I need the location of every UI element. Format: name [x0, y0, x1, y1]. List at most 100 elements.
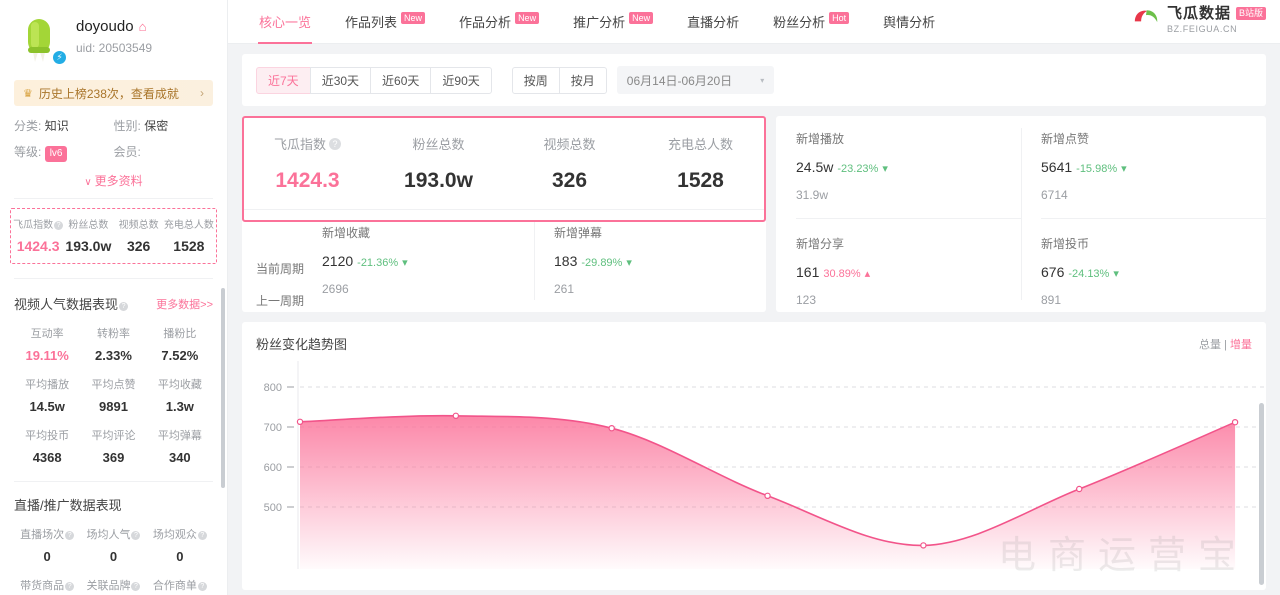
main-kpi-item-feigua-index[interactable]: 飞瓜指数? 1424.3	[242, 134, 373, 193]
trend-value: 161	[796, 264, 819, 280]
sidebar-kpi-item[interactable]: 粉丝总数 193.0w	[63, 216, 113, 254]
main-kpi-grid: 飞瓜指数? 1424.3 粉丝总数 193.0w 视频总数 326	[242, 134, 766, 193]
info-icon[interactable]: ?	[131, 582, 140, 591]
stat-cell: 合作商单?0	[147, 577, 213, 595]
range-button-7d[interactable]: 近7天	[256, 67, 311, 94]
info-icon[interactable]: ?	[131, 531, 140, 540]
sidebar-scrollbar[interactable]	[221, 288, 225, 488]
grouping-button-week[interactable]: 按周	[512, 67, 560, 94]
tab-works-analysis[interactable]: 作品分析New	[442, 0, 556, 44]
range-button-group: 近7天 近30天 近60天 近90天	[256, 67, 492, 94]
fans-trend-chart-svg[interactable]: 500600700800	[242, 357, 1266, 587]
date-range-value: 06月14日-06月20日	[627, 72, 732, 89]
trend-previous: 6714	[1041, 188, 1266, 202]
chart-toggle-total[interactable]: 总量	[1199, 339, 1221, 351]
info-value-gender: 保密	[144, 119, 168, 133]
info-icon[interactable]: ?	[198, 582, 207, 591]
crown-icon: ♛	[23, 87, 33, 100]
info-icon[interactable]: ?	[198, 531, 207, 540]
stat-label: 平均投币	[14, 427, 80, 443]
tab-badge: New	[515, 12, 539, 24]
stat-label: 平均评论	[80, 427, 146, 443]
sidebar-divider-3	[14, 481, 213, 482]
brand-logo-area[interactable]: 飞瓜数据 B站版 BZ.FEIGUA.CN	[1132, 5, 1266, 35]
top-navigation: 核心一览 作品列表New 作品分析New 推广分析New 直播分析 粉丝分析 Ho…	[228, 0, 1280, 44]
verified-badge-icon: ⚡	[51, 49, 68, 66]
info-key-member: 会员:	[114, 145, 141, 159]
trend-value: 5641	[1041, 159, 1072, 175]
left-trend-row: 当前周期 上一周期 新增收藏 2120-21.36%▾ 2696 新增弹幕	[242, 209, 766, 312]
tab-works-list[interactable]: 作品列表New	[328, 0, 442, 44]
live-section-title: 直播/推广数据表现	[14, 495, 213, 514]
more-profile-toggle[interactable]: ∨更多资料	[0, 172, 227, 189]
range-button-30d[interactable]: 近30天	[310, 67, 371, 94]
tab-live-analysis[interactable]: 直播分析	[670, 0, 756, 44]
feigua-logo-icon	[1132, 6, 1160, 34]
stat-cell: 平均点赞9891	[80, 376, 146, 414]
video-performance-section: 视频人气数据表现? 更多数据>> 互动率19.11% 转粉率2.33% 播粉比7…	[14, 294, 213, 465]
trend-arrow-icon: ▾	[882, 163, 888, 175]
stat-label: 合作商单	[153, 580, 197, 592]
svg-text:500: 500	[264, 502, 282, 514]
sidebar-kpi-item[interactable]: 飞瓜指数? 1424.3	[13, 216, 63, 254]
date-range-picker[interactable]: 06月14日-06月20日 ▾	[617, 66, 774, 94]
tab-core-overview[interactable]: 核心一览	[242, 0, 328, 44]
trend-value: 183	[554, 253, 577, 269]
range-button-60d[interactable]: 近60天	[370, 67, 431, 94]
brand-url: BZ.FEIGUA.CN	[1167, 24, 1266, 34]
main-kpi-item-total-fans[interactable]: 粉丝总数 193.0w	[373, 134, 504, 193]
svg-text:700: 700	[264, 422, 282, 434]
stat-label: 关联品牌	[86, 580, 130, 592]
sidebar-kpi-item[interactable]: 充电总人数 1528	[164, 216, 214, 254]
info-icon[interactable]: ?	[54, 221, 63, 230]
trend-previous: 261	[554, 282, 766, 296]
main-kpi-item-total-videos[interactable]: 视频总数 326	[504, 134, 635, 193]
info-icon[interactable]: ?	[65, 582, 74, 591]
info-icon[interactable]: ?	[119, 302, 128, 311]
grouping-button-month[interactable]: 按月	[559, 67, 607, 94]
video-section-more-link[interactable]: 更多数据>>	[156, 296, 213, 312]
info-key-category: 分类:	[14, 119, 41, 133]
svg-text:600: 600	[264, 462, 282, 474]
level-badge: lv6	[45, 146, 68, 162]
stat-label: 场均人气	[86, 529, 130, 541]
trend-title: 新增弹幕	[554, 224, 766, 241]
chart-header: 粉丝变化趋势图 总量 | 增量	[242, 322, 1266, 353]
tab-sentiment-analysis[interactable]: 舆情分析	[866, 0, 952, 44]
period-label-previous: 上一周期	[256, 292, 322, 309]
tab-label: 粉丝分析	[773, 12, 825, 31]
trend-value: 24.5w	[796, 159, 833, 175]
brand-edition-badge: B站版	[1236, 7, 1266, 20]
main-kpi-item-total-chargers[interactable]: 充电总人数 1528	[635, 134, 766, 193]
main-kpi-label: 视频总数	[504, 134, 635, 153]
tab-promotion-analysis[interactable]: 推广分析New	[556, 0, 670, 44]
trend-arrow-icon: ▾	[626, 257, 632, 269]
content-scrollbar[interactable]	[1259, 403, 1264, 585]
tab-fans-analysis[interactable]: 粉丝分析 Hot	[756, 0, 866, 44]
tab-label: 核心一览	[259, 12, 311, 31]
range-button-90d[interactable]: 近90天	[430, 67, 491, 94]
avatar[interactable]: ⚡	[14, 14, 66, 66]
video-section-title: 视频人气数据表现	[14, 297, 118, 312]
chart-toggle-increment[interactable]: 增量	[1230, 339, 1252, 351]
trend-cell-new-favorites: 新增收藏 2120-21.36%▾ 2696	[322, 210, 534, 312]
main-area: 核心一览 作品列表New 作品分析New 推广分析New 直播分析 粉丝分析 Ho…	[228, 0, 1280, 595]
tab-bar: 核心一览 作品列表New 作品分析New 推广分析New 直播分析 粉丝分析 Ho…	[242, 0, 952, 44]
sidebar-kpi-item[interactable]: 视频总数 326	[114, 216, 164, 254]
trend-title: 新增点赞	[1041, 130, 1266, 147]
trend-delta: -21.36%	[357, 257, 398, 269]
stat-value: 0	[80, 549, 146, 564]
info-icon[interactable]: ?	[65, 531, 74, 540]
trend-value: 676	[1041, 264, 1064, 280]
honor-banner[interactable]: ♛ 历史上榜238次，查看成就 ›	[14, 80, 213, 106]
stat-value: 4368	[14, 450, 80, 465]
brand-text: 飞瓜数据 B站版 BZ.FEIGUA.CN	[1167, 5, 1266, 35]
chart-mode-toggle: 总量 | 增量	[1199, 336, 1252, 352]
info-icon[interactable]: ?	[329, 138, 341, 150]
home-icon[interactable]: ⌂	[139, 20, 147, 33]
tab-badge: New	[629, 12, 653, 24]
tab-badge: Hot	[829, 12, 849, 24]
trend-delta: -15.98%	[1076, 163, 1117, 175]
sidebar-divider-2	[14, 278, 213, 279]
chevron-down-icon: ▾	[760, 76, 764, 85]
